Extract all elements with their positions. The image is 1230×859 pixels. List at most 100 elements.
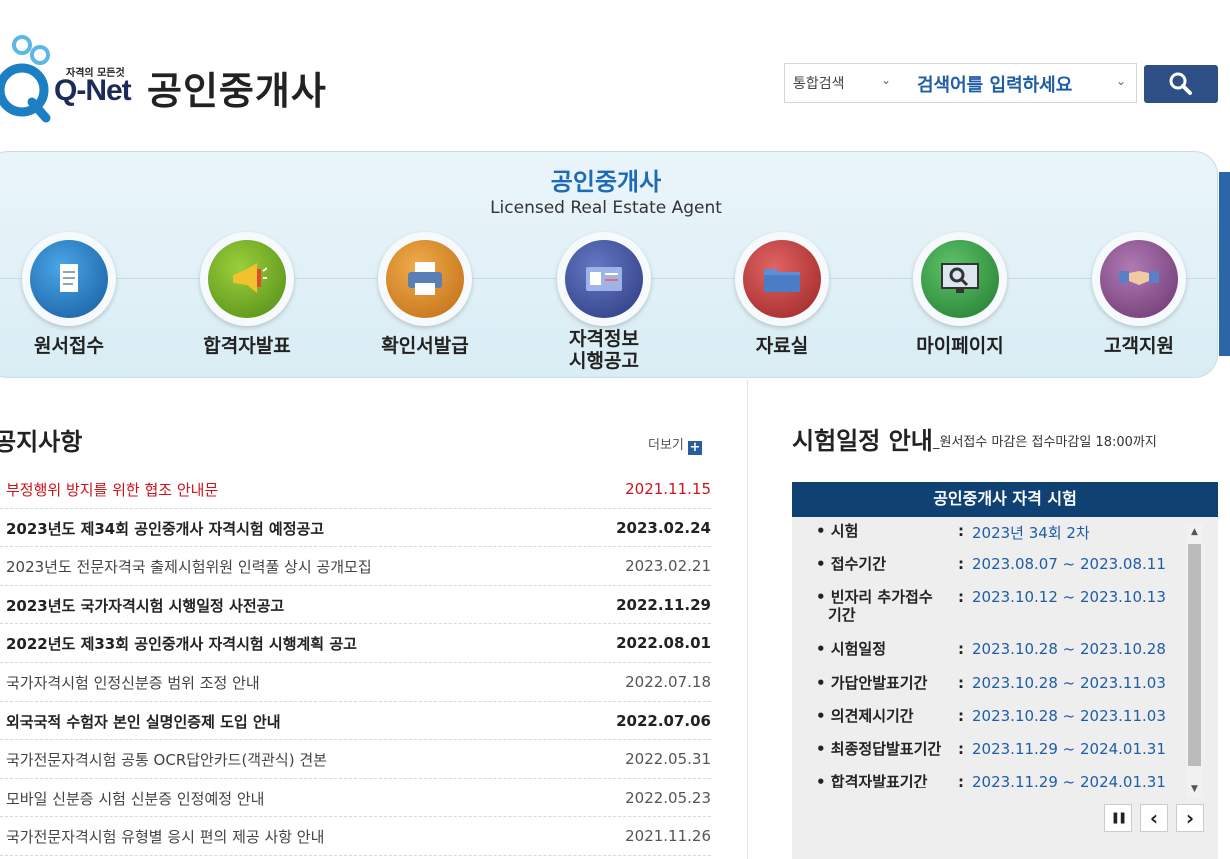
menu-icon-ring — [1092, 232, 1186, 326]
notice-row[interactable]: 2023년도 국가자격시험 시행일정 사전공고 2022.11.29 — [0, 586, 711, 625]
notice-title: 공지사항 — [0, 428, 83, 456]
notice-row[interactable]: 국가전문자격시험 공통 OCR답안카드(객관식) 견본 2022.05.31 — [0, 740, 711, 779]
schedule-label: • 빈자리 추가접수 기간 — [816, 588, 946, 624]
schedule-colon: : — [958, 674, 964, 692]
menu-icon-ring — [22, 232, 116, 326]
notice-title-text[interactable]: 국가전문자격시험 공통 OCR답안카드(객관식) 견본 — [6, 749, 327, 770]
notice-title-text[interactable]: 2023년도 제34회 공인중개사 자격시험 예정공고 — [6, 518, 324, 539]
notice-row[interactable]: 모바일 신분증 시험 신분증 인정예정 안내 2022.05.23 — [0, 779, 711, 818]
schedule-colon: : — [958, 555, 964, 573]
menu-label: 자료실 — [755, 335, 809, 357]
notice-title-text[interactable]: 2023년도 전문자격국 출제시험위원 인력풀 상시 공개모집 — [6, 556, 372, 577]
next-button[interactable]: › — [1176, 804, 1204, 832]
notice-title-text[interactable]: 외국국적 수험자 본인 실명인증제 도입 안내 — [6, 711, 281, 732]
schedule-value: 2023년 34회 2차 — [972, 524, 1090, 542]
schedule-box-title: 공인중개사 자격 시험 — [792, 482, 1218, 517]
notice-row[interactable]: 국가전문자격시험 유형별 응시 편의 제공 사항 안내 2021.11.26 — [0, 817, 711, 856]
scroll-thumb[interactable] — [1188, 544, 1201, 766]
schedule-value: 2023.11.29 ~ 2024.01.31 — [972, 773, 1166, 788]
notice-title-text[interactable]: 2022년도 제33회 공인중개사 자격시험 시행계획 공고 — [6, 633, 357, 654]
menu-icon-ring — [557, 232, 651, 326]
schedule-label: • 합격자발표기간 — [816, 773, 946, 788]
schedule-label-text-line2: 기간 — [828, 606, 856, 624]
schedule-title: 시험일정 안내 — [792, 427, 933, 455]
schedule-label: • 가답안발표기간 — [816, 674, 946, 692]
schedule-label-text: • 가답안발표기간 — [816, 674, 928, 692]
menu-label: 마이페이지 — [916, 335, 1004, 357]
prev-button[interactable]: ‹ — [1140, 804, 1168, 832]
schedule-label: • 의견제시기간 — [816, 707, 946, 725]
search-icon — [1169, 72, 1192, 95]
menu-icon-ring — [378, 232, 472, 326]
menu-label: 합격자발표 — [203, 335, 291, 357]
notice-date: 2023.02.24 — [616, 518, 711, 537]
pause-button[interactable]: ❚❚ — [1104, 804, 1132, 832]
schedule-label-text: • 접수기간 — [816, 555, 887, 573]
schedule-value: 2023.11.29 ~ 2024.01.31 — [972, 740, 1166, 758]
scroll-up-arrow-icon[interactable]: ▲ — [1186, 524, 1203, 541]
notice-list: 부정행위 방지를 위한 협조 안내문 2021.11.15 2023년도 제34회 … — [0, 470, 711, 856]
schedule-label-text: • 시험 — [816, 522, 859, 540]
plus-icon: + — [687, 440, 702, 455]
notice-row[interactable]: 부정행위 방지를 위한 협조 안내문 2021.11.15 — [0, 470, 711, 509]
schedule-label: • 최종정답발표기간 — [816, 740, 946, 758]
section-divider — [747, 380, 748, 859]
schedule-value: 2023.10.28 ~ 2023.11.03 — [972, 707, 1166, 725]
notice-title-text[interactable]: 국가자격시험 인정신분증 범위 조정 안내 — [6, 672, 260, 693]
schedule-value: 2023.08.07 ~ 2023.08.11 — [972, 555, 1166, 573]
notice-row[interactable]: 외국국적 수험자 본인 실명인증제 도입 안내 2022.07.06 — [0, 702, 711, 741]
notice-more-link[interactable]: 더보기 + — [648, 434, 702, 455]
notice-date: 2021.11.15 — [625, 480, 711, 498]
qnet-logo[interactable]: 자격의 모든것 Q-Net — [0, 28, 135, 123]
id-card-icon — [565, 240, 643, 318]
schedule-note: _원서접수 마감은 접수마감일 18:00까지 — [933, 435, 1157, 450]
schedule-list: • 시험:2023년 34회 2차 • 접수기간:2023.08.07 ~ 202… — [792, 522, 1182, 788]
schedule-colon: : — [958, 522, 964, 540]
menu-label: 확인서발급 — [381, 335, 469, 357]
monitor-search-icon — [921, 240, 999, 318]
menu-label: 자격정보 시행공고 — [524, 328, 684, 372]
menu-label: 고객지원 — [1104, 335, 1174, 357]
schedule-box: 공인중개사 자격 시험 • 시험:2023년 34회 2차 • 접수기간:2023… — [792, 482, 1218, 859]
search-button[interactable] — [1144, 65, 1218, 103]
notice-date: 2022.05.23 — [625, 788, 711, 807]
schedule-value: 2023.10.28 ~ 2023.11.03 — [972, 674, 1166, 692]
scroll-down-arrow-icon[interactable]: ▼ — [1186, 781, 1203, 798]
site-title: 공인중개사 — [147, 69, 327, 113]
search-category-select[interactable]: 통합검색 ⌄ — [784, 63, 898, 103]
folder-icon — [743, 240, 821, 318]
notice-row[interactable]: 국가자격시험 인정신분증 범위 조정 안내 2022.07.18 — [0, 663, 711, 702]
notice-row[interactable]: 2023년도 제34회 공인중개사 자격시험 예정공고 2023.02.24 — [0, 509, 711, 548]
notice-row[interactable]: 2023년도 전문자격국 출제시험위원 인력풀 상시 공개모집 2023.02.2… — [0, 547, 711, 586]
schedule-colon: : — [958, 740, 964, 758]
notice-date: 2022.08.01 — [616, 634, 711, 653]
more-label: 더보기 — [648, 438, 684, 453]
menu-label-line1: 자격정보 — [569, 328, 639, 350]
notice-title-text[interactable]: 2023년도 국가자격시험 시행일정 사전공고 — [6, 595, 284, 616]
schedule-label-text: • 의견제시기간 — [816, 707, 914, 725]
schedule-label: • 시험일정 — [816, 640, 946, 658]
notice-title-text[interactable]: 부정행위 방지를 위한 협조 안내문 — [6, 479, 218, 500]
notice-title-text[interactable]: 모바일 신분증 시험 신분증 인정예정 안내 — [6, 788, 264, 809]
schedule-scrollbar[interactable]: ▲ ▼ — [1186, 524, 1203, 798]
notice-date: 2022.07.18 — [625, 672, 711, 691]
search-category-value: 통합검색 — [793, 76, 845, 92]
menu-label-line2: 시행공고 — [569, 350, 639, 372]
notice-date: 2023.02.21 — [625, 557, 711, 576]
menu-icon-ring — [913, 232, 1007, 326]
megaphone-icon — [208, 240, 286, 318]
search-input[interactable]: 검색어를 입력하세요 ⌄ — [897, 63, 1137, 103]
notice-title-text[interactable]: 국가전문자격시험 유형별 응시 편의 제공 사항 안내 — [6, 826, 324, 847]
document-icon — [30, 240, 108, 318]
notice-date: 2022.05.31 — [625, 750, 711, 769]
notice-date: 2021.11.26 — [625, 827, 711, 846]
notice-date: 2022.07.06 — [616, 711, 711, 730]
schedule-colon: : — [958, 588, 964, 606]
search-placeholder: 검색어를 입력하세요 — [917, 75, 1073, 96]
side-tab[interactable] — [1219, 172, 1230, 356]
schedule-label: • 시험 — [816, 522, 946, 540]
schedule-label: • 접수기간 — [816, 555, 946, 573]
notice-row[interactable]: 2022년도 제33회 공인중개사 자격시험 시행계획 공고 2022.08.01 — [0, 624, 711, 663]
schedule-colon: : — [958, 773, 964, 788]
schedule-label-text: • 빈자리 추가접수 — [816, 588, 933, 606]
